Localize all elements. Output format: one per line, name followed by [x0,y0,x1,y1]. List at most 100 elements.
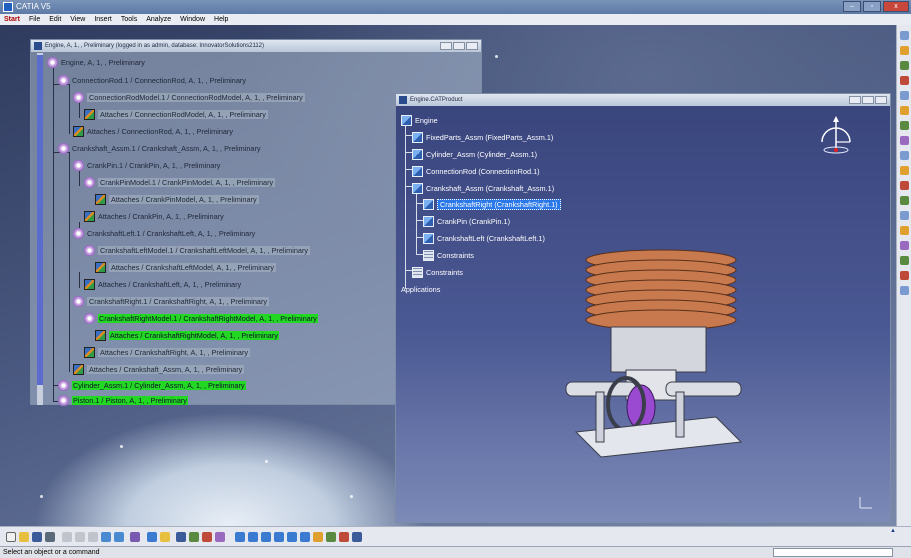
formula-icon[interactable] [147,532,157,542]
tree-node[interactable]: Crankshaft_Assm (Crankshaft_Assm.1) [412,182,554,195]
tree-row[interactable]: CrankshaftLeftModel.1 / CrankshaftLeftMo… [84,244,311,257]
tree-node[interactable]: Applications [401,284,440,296]
insert-icon[interactable] [215,532,225,542]
swap-visible-icon[interactable] [352,532,362,542]
rotate-icon[interactable] [261,532,271,542]
toolbar-icon[interactable] [899,196,909,205]
tree-row[interactable]: CrankshaftRightModel.1 / CrankshaftRight… [84,312,318,325]
paste-icon[interactable] [88,532,98,542]
toolbar-icon[interactable] [899,106,909,115]
tree-row[interactable]: Attaches / CrankPin, A, 1, , Preliminary [84,210,224,223]
tree-row[interactable]: Cylinder_Assm.1 / Cylinder_Assm, A, 1, ,… [58,379,246,392]
toolbar-icon[interactable] [899,136,909,145]
menu-window[interactable]: Window [180,14,205,25]
normal-view-icon[interactable] [300,532,310,542]
tree-row[interactable]: Attaches / CrankshaftRightModel, A, 1, ,… [95,329,279,342]
tree-row[interactable]: ConnectionRodModel.1 / ConnectionRodMode… [73,91,305,104]
hide-show-icon[interactable] [339,532,349,542]
tree-node[interactable]: Cylinder_Assm (Cylinder_Assm.1) [412,148,537,161]
toolbar-icon[interactable] [899,271,909,280]
menu-view[interactable]: View [70,14,85,25]
toolbar-icon[interactable] [899,76,909,85]
tree-row[interactable]: Attaches / Crankshaft_Assm, A, 1, , Prel… [73,363,245,376]
plm-maximize-button[interactable] [453,42,465,50]
knowledge-icon[interactable] [160,532,170,542]
spec-tree-root[interactable]: Engine [401,114,438,127]
toolbar-icon[interactable] [899,226,909,235]
tree-row[interactable]: Attaches / CrankshaftRight, A, 1, , Prel… [84,346,251,359]
spec-icon[interactable] [202,532,212,542]
fit-all-icon[interactable] [235,532,245,542]
menu-help[interactable]: Help [214,14,228,25]
zoom-in-icon[interactable] [274,532,284,542]
tree-row[interactable]: Attaches / CrankPinModel, A, 1, , Prelim… [95,193,259,206]
tree-node-selected[interactable]: CrankshaftRight (CrankshaftRight.1) [423,198,561,211]
redo-icon[interactable] [114,532,124,542]
open-folder-icon[interactable] [19,532,29,542]
tree-node[interactable]: Constraints [423,249,474,262]
tree-row[interactable]: Engine, A, 1, , Preliminary [47,56,145,69]
tree-row[interactable]: CrankPinModel.1 / CrankPinModel, A, 1, ,… [84,176,276,189]
graph-icon[interactable] [189,532,199,542]
toolbar-icon[interactable] [899,151,909,160]
tree-row[interactable]: Attaches / CrankshaftLeftModel, A, 1, , … [95,261,277,274]
tree-node[interactable]: CrankPin (CrankPin.1) [423,215,510,228]
toolbar-icon[interactable] [899,181,909,190]
toolbar-icon[interactable] [899,166,909,175]
product-maximize-button[interactable] [862,96,874,104]
tree-row[interactable]: CrankshaftRight.1 / CrankshaftRight, A, … [73,295,270,308]
menu-file[interactable]: File [29,14,40,25]
product-window-titlebar[interactable]: Engine.CATProduct [396,94,890,106]
tree-row[interactable]: CrankshaftLeft.1 / CrankshaftLeft, A, 1,… [73,227,255,240]
plm-tree-scrollbar[interactable] [37,53,43,405]
print-icon[interactable] [45,532,55,542]
catalog-icon[interactable] [176,532,186,542]
engine-3d-model[interactable] [556,242,756,462]
shading-icon[interactable] [326,532,336,542]
menu-start[interactable]: Start [4,14,20,25]
tree-row[interactable]: Attaches / ConnectionRod, A, 1, , Prelim… [73,125,233,138]
tree-row[interactable]: Attaches / ConnectionRodModel, A, 1, , P… [84,108,268,121]
toolbar-icon[interactable] [899,256,909,265]
menu-analyze[interactable]: Analyze [146,14,171,25]
menu-edit[interactable]: Edit [49,14,61,25]
tree-node[interactable]: CrankshaftLeft (CrankshaftLeft.1) [423,232,545,245]
new-file-icon[interactable] [6,532,16,542]
toolbar-icon[interactable] [899,121,909,130]
toolbar-icon[interactable] [899,31,909,40]
tree-row[interactable]: CrankPin.1 / CrankPin, A, 1, , Prelimina… [73,159,220,172]
tree-node[interactable]: Constraints [412,266,463,279]
command-input[interactable] [773,548,893,557]
toolbar-icon[interactable] [899,241,909,250]
tree-row[interactable]: ConnectionRod.1 / ConnectionRod, A, 1, ,… [58,74,246,87]
tree-row[interactable]: Crankshaft_Assm.1 / Crankshaft_Assm, A, … [58,142,261,155]
toolbar-icon[interactable] [899,91,909,100]
toolbar-icon[interactable] [899,46,909,55]
toolbar-icon[interactable] [899,61,909,70]
compass-icon[interactable] [816,114,856,156]
save-icon[interactable] [32,532,42,542]
tree-node[interactable]: ConnectionRod (ConnectionRod.1) [412,165,540,178]
whats-this-icon[interactable] [130,532,140,542]
product-close-button[interactable] [875,96,887,104]
plm-window-titlebar[interactable]: Engine, A, 1, , Preliminary (logged in a… [31,40,481,52]
pan-icon[interactable] [248,532,258,542]
toolbar-icon[interactable] [899,286,909,295]
view-mode-icon[interactable] [313,532,323,542]
scrollbar-thumb[interactable] [37,55,43,385]
cut-icon[interactable] [62,532,72,542]
tree-row[interactable]: Piston.1 / Piston, A, 1, , Preliminary [58,394,188,407]
close-button[interactable]: x [883,1,909,12]
plm-minimize-button[interactable] [440,42,452,50]
menu-tools[interactable]: Tools [121,14,137,25]
minimize-button[interactable]: – [843,1,861,12]
restore-button[interactable]: ▫ [863,1,881,12]
menu-insert[interactable]: Insert [94,14,112,25]
zoom-out-icon[interactable] [287,532,297,542]
tree-row[interactable]: Attaches / CrankshaftLeft, A, 1, , Preli… [84,278,241,291]
tree-node[interactable]: FixedParts_Assm (FixedParts_Assm.1) [412,131,553,144]
undo-icon[interactable] [101,532,111,542]
copy-icon[interactable] [75,532,85,542]
toolbar-icon[interactable] [899,211,909,220]
product-minimize-button[interactable] [849,96,861,104]
